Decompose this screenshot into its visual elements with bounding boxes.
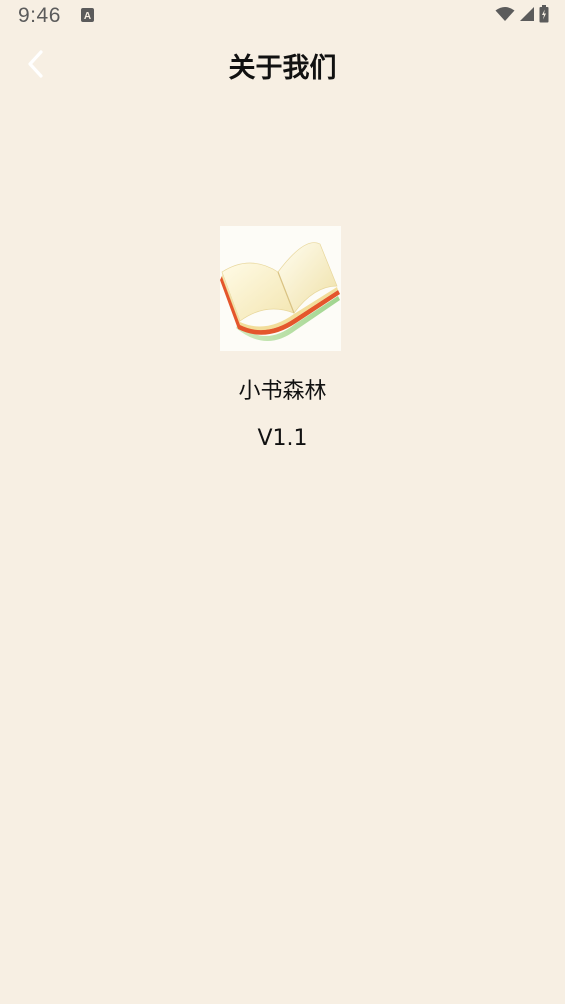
app-name: 小书森林 <box>238 379 327 404</box>
cell-signal-icon <box>519 6 535 26</box>
svg-text:A: A <box>84 11 91 22</box>
app-bar: 关于我们 <box>0 32 565 100</box>
status-bar: 9:46 A <box>0 0 565 32</box>
app-version: V1.1 <box>257 426 308 451</box>
status-icons <box>495 5 549 27</box>
status-time: 9:46 <box>18 4 61 27</box>
open-book-icon <box>220 242 341 355</box>
app-logo <box>220 226 341 351</box>
battery-icon <box>539 5 549 27</box>
wifi-icon <box>495 6 515 26</box>
page-title: 关于我们 <box>228 53 337 84</box>
text-notification-icon: A <box>81 8 94 22</box>
